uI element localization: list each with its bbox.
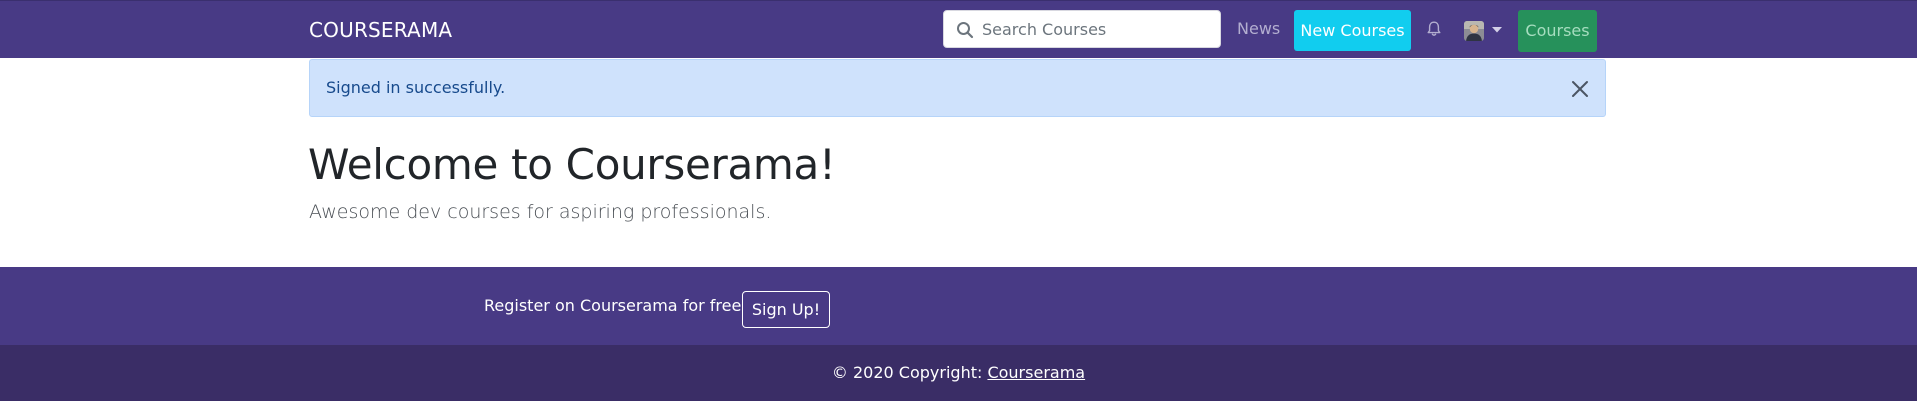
avatar[interactable] [1464, 21, 1484, 41]
avatar-image [1464, 21, 1484, 41]
copyright-prefix: © 2020 Copyright: [831, 363, 988, 382]
close-icon[interactable] [1570, 79, 1590, 99]
flash-alert: Signed in successfully. [309, 59, 1606, 117]
search-input[interactable] [982, 11, 1216, 47]
page-subtitle: Awesome dev courses for aspiring profess… [309, 201, 772, 223]
sign-up-button[interactable]: Sign Up! [742, 291, 830, 328]
alert-message: Signed in successfully. [326, 78, 506, 97]
footer-copyright-bar: © 2020 Copyright: Courserama [0, 345, 1917, 401]
bell-icon[interactable] [1425, 20, 1443, 38]
chevron-down-icon[interactable] [1492, 27, 1502, 33]
new-courses-button[interactable]: New Courses [1294, 10, 1411, 51]
copyright-link[interactable]: Courserama [987, 363, 1085, 382]
page-title: Welcome to Courserama! [308, 140, 836, 189]
search-icon [957, 22, 974, 39]
courses-button[interactable]: Courses [1518, 10, 1597, 52]
search-box[interactable] [943, 10, 1221, 48]
copyright-text: © 2020 Copyright: Courserama [0, 363, 1917, 383]
register-text: Register on Courserama for free [484, 296, 742, 315]
top-navbar: COURSERAMA News New Courses Courses [0, 0, 1917, 58]
nav-link-news[interactable]: News [1237, 18, 1280, 40]
footer-register-bar: Register on Courserama for free Sign Up! [0, 267, 1917, 345]
brand-logo-link[interactable]: COURSERAMA [309, 18, 452, 42]
